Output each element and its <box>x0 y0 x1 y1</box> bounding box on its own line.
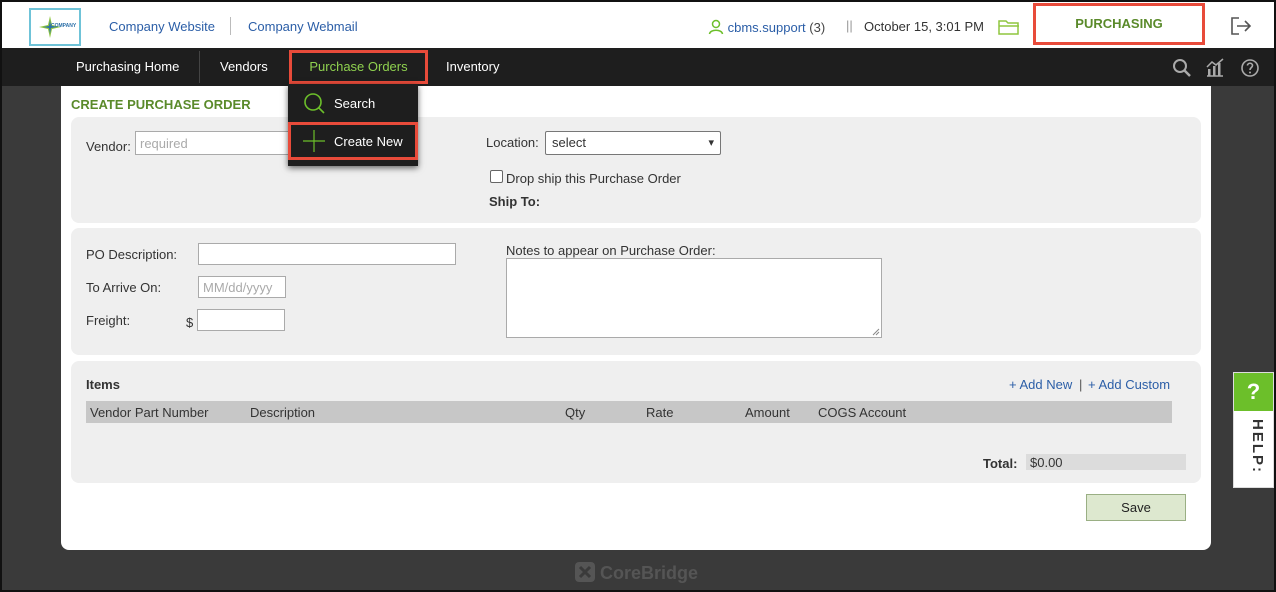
plus-icon <box>303 130 325 152</box>
ship-to-label: Ship To: <box>489 194 541 209</box>
add-new-link[interactable]: + Add New <box>1009 377 1072 392</box>
corebridge-logo-icon <box>575 562 595 582</box>
company-webmail-link[interactable]: Company Webmail <box>248 19 358 34</box>
currency-symbol: $ <box>186 315 194 330</box>
nav-purchase-orders[interactable]: Purchase Orders <box>289 50 428 84</box>
column-header: Vendor Part Number <box>90 405 209 420</box>
company-website-link[interactable]: Company Website <box>109 19 215 34</box>
purchasing-module-label[interactable]: PURCHASING <box>1033 3 1205 45</box>
help-label: HELP: <box>1249 419 1266 474</box>
nav-divider <box>199 51 200 83</box>
nav-inventory[interactable]: Inventory <box>446 48 499 86</box>
chevron-down-icon: ▾ <box>708 137 714 149</box>
dropdown-item-search[interactable]: Search <box>288 84 418 122</box>
column-header: COGS Account <box>818 405 907 420</box>
link-separator: | <box>1079 377 1083 392</box>
divider <box>230 17 231 35</box>
po-details-section: PO Description: To Arrive On: Freight: $… <box>71 228 1201 355</box>
vendor-input[interactable] <box>135 131 305 155</box>
logo-text: COMPANY <box>51 23 77 29</box>
total-value: $0.00 <box>1030 455 1063 470</box>
arrive-label: To Arrive On: <box>86 280 162 295</box>
total-label: Total: <box>983 456 1018 471</box>
nav-vendors[interactable]: Vendors <box>220 48 268 86</box>
items-section: Items + Add New | + Add Custom Vendor Pa… <box>71 361 1201 483</box>
purchase-orders-dropdown: Search Create New <box>288 84 418 166</box>
items-table-header: Vendor Part Number Description Qty Rate … <box>86 401 1172 423</box>
folder-icon[interactable] <box>998 18 1020 36</box>
dropdown-item-create-new[interactable]: Create New <box>288 122 418 160</box>
notes-textarea[interactable] <box>506 258 882 338</box>
help-tab[interactable]: ? HELP: <box>1233 372 1274 488</box>
dropship-label: Drop ship this Purchase Order <box>506 171 681 186</box>
add-custom-link[interactable]: + Add Custom <box>1088 377 1170 392</box>
po-description-label: PO Description: <box>86 247 178 262</box>
separator: || <box>846 18 853 33</box>
resize-handle-icon[interactable] <box>872 328 880 336</box>
freight-input[interactable] <box>197 309 285 331</box>
user-menu[interactable]: cbms.support (3) <box>708 19 825 35</box>
question-icon: ? <box>1234 373 1273 411</box>
footer-brand: CoreBridge <box>574 561 698 584</box>
nav-purchasing-home[interactable]: Purchasing Home <box>76 48 179 86</box>
help-circle-icon[interactable] <box>1240 58 1260 78</box>
page-title: CREATE PURCHASE ORDER <box>71 97 251 112</box>
user-count: (3) <box>809 20 826 35</box>
top-bar: COMPANY Company Website Company Webmail … <box>2 2 1274 48</box>
total-value-bar: $0.00 <box>1026 454 1186 470</box>
column-header: Amount <box>745 405 790 420</box>
po-description-input[interactable] <box>198 243 456 265</box>
column-header: Description <box>250 405 316 420</box>
username: cbms.support <box>727 20 806 35</box>
notes-label: Notes to appear on Purchase Order: <box>506 243 716 258</box>
dropship-checkbox[interactable] <box>490 170 503 183</box>
location-select[interactable]: select ▾ <box>545 131 721 155</box>
brand-name: CoreBridge <box>600 563 699 583</box>
location-select-value: select <box>552 135 586 150</box>
dropdown-item-label: Create New <box>334 134 403 149</box>
vendor-section: Vendor: Location: select ▾ Drop ship thi… <box>71 117 1201 223</box>
dropdown-item-label: Search <box>334 96 376 111</box>
search-icon <box>304 93 325 114</box>
user-icon <box>708 19 724 35</box>
vendor-label: Vendor: <box>86 139 131 154</box>
save-button[interactable]: Save <box>1086 494 1186 521</box>
main-panel: CREATE PURCHASE ORDER Vendor: Location: … <box>61 86 1211 550</box>
chart-icon[interactable] <box>1205 58 1225 78</box>
items-label: Items <box>86 377 120 392</box>
freight-label: Freight: <box>86 313 131 328</box>
location-label: Location: <box>486 135 539 150</box>
main-nav: Purchasing Home Vendors Purchase Orders … <box>2 48 1274 86</box>
company-logo[interactable]: COMPANY <box>29 8 81 46</box>
search-icon[interactable] <box>1172 58 1192 78</box>
datetime: October 15, 3:01 PM <box>864 19 984 34</box>
column-header: Rate <box>646 405 674 420</box>
logout-icon[interactable] <box>1230 16 1252 36</box>
arrive-date-input[interactable] <box>198 276 286 298</box>
column-header: Qty <box>565 405 586 420</box>
